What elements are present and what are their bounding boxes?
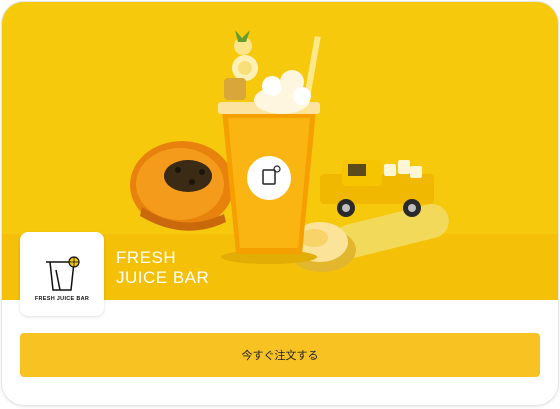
brand-name-line1: FRESH: [116, 248, 177, 267]
logo-caption: FRESH JUICE BAR: [34, 296, 90, 302]
order-now-label: 今すぐ注文する: [241, 349, 319, 362]
brand-name-line2: JUICE BAR: [116, 268, 210, 287]
order-now-button[interactable]: 今すぐ注文する: [20, 333, 540, 377]
product-card: FRESH JUICE BAR FRESH JUICE BAR 今すぐ注文する: [2, 2, 558, 405]
brand-logo: FRESH JUICE BAR: [20, 232, 104, 316]
papaya-illustration: [130, 141, 234, 231]
brand-name: FRESH JUICE BAR: [116, 248, 209, 288]
juice-cup-logo-icon: [46, 256, 80, 291]
